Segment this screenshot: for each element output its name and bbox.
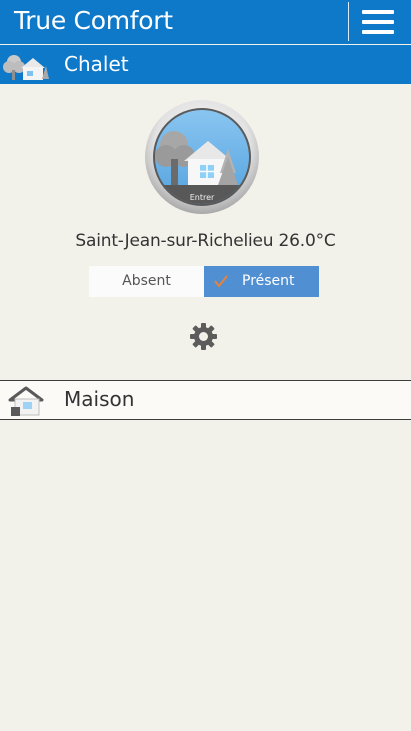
app-bar: True Comfort bbox=[0, 0, 411, 44]
home-header-maison[interactable]: Maison bbox=[0, 380, 411, 420]
hamburger-icon-bar bbox=[362, 30, 394, 34]
enter-label: Entrer bbox=[190, 193, 215, 202]
chalet-icon bbox=[3, 55, 49, 80]
mode-option-present-label: Présent bbox=[242, 273, 295, 289]
hamburger-icon-bar bbox=[362, 20, 394, 24]
home-header-chalet[interactable]: Chalet bbox=[0, 45, 411, 84]
enter-home-button[interactable]: Entrer bbox=[144, 99, 260, 215]
house-illustration-icon: Entrer bbox=[145, 100, 259, 214]
checkmark-icon bbox=[214, 275, 228, 288]
menu-divider bbox=[348, 2, 349, 41]
mode-option-absent[interactable]: Absent bbox=[89, 266, 204, 297]
menu-button[interactable] bbox=[362, 9, 396, 35]
app-title: True Comfort bbox=[14, 6, 173, 35]
location-temperature: Saint-Jean-sur-Richelieu 26.0°C bbox=[75, 231, 336, 251]
gear-icon[interactable] bbox=[190, 323, 217, 350]
home-name-chalet: Chalet bbox=[64, 52, 129, 76]
hamburger-icon-bar bbox=[362, 10, 394, 14]
home-name-maison: Maison bbox=[64, 387, 135, 411]
house-icon bbox=[8, 386, 44, 416]
mode-option-present[interactable]: Présent bbox=[204, 266, 319, 297]
